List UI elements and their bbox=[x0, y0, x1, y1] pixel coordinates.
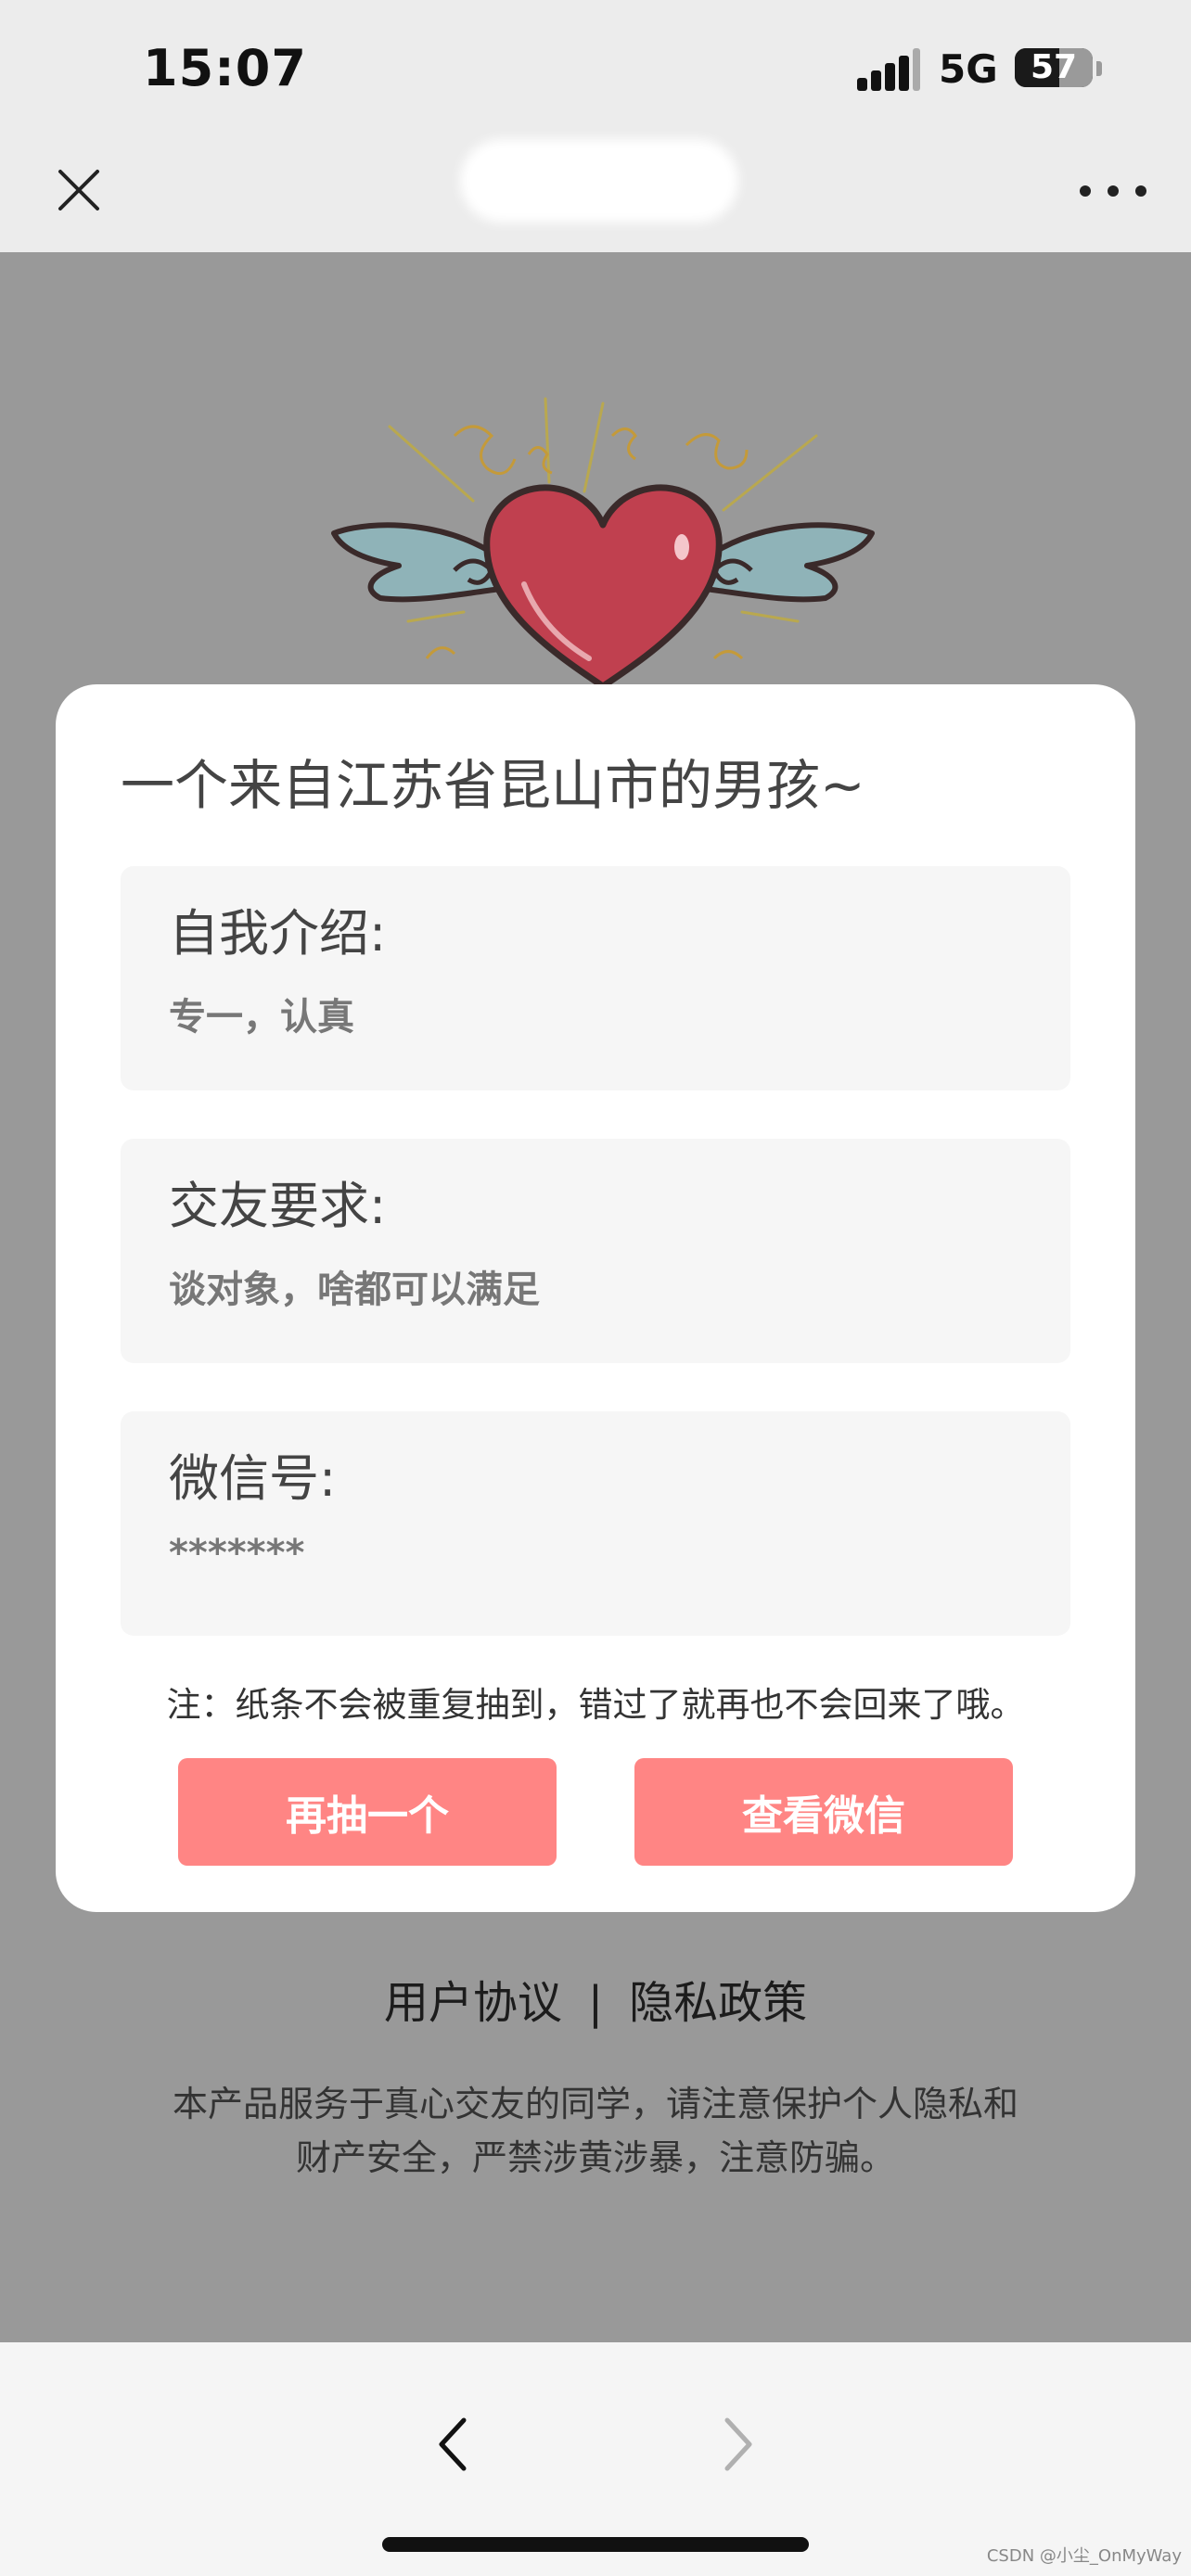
privacy-policy-link[interactable]: 隐私政策 bbox=[629, 1977, 807, 2029]
battery-percentage: 57 bbox=[1030, 48, 1078, 86]
note-text: 注：纸条不会被重复抽到，错过了就再也不会回来了哦。 bbox=[166, 1685, 1025, 1725]
winged-heart-image bbox=[331, 397, 875, 690]
close-icon bbox=[58, 170, 99, 210]
chevron-left-icon bbox=[439, 2417, 467, 2471]
more-dots-icon bbox=[1080, 185, 1091, 197]
redacted-page-title bbox=[460, 139, 738, 223]
user-agreement-link[interactable]: 用户协议 bbox=[384, 1977, 562, 2029]
friend-requirement-label: 交友要求: bbox=[169, 1177, 387, 1235]
card-title: 一个来自江苏省昆山市的男孩~ bbox=[121, 754, 865, 817]
forward-button[interactable] bbox=[699, 2407, 774, 2481]
self-intro-value: 专一，认真 bbox=[169, 996, 354, 1039]
heart bbox=[483, 484, 723, 690]
home-indicator[interactable] bbox=[382, 2537, 809, 2552]
chevron-right-icon bbox=[724, 2417, 752, 2471]
wechat-id-label: 微信号: bbox=[169, 1449, 337, 1508]
battery-icon: 57 bbox=[1015, 48, 1093, 87]
network-type: 5G bbox=[939, 46, 998, 92]
redraw-button[interactable]: 再抽一个 bbox=[178, 1758, 557, 1866]
wechat-id-value: ******* bbox=[169, 1532, 305, 1575]
status-time: 15:07 bbox=[143, 39, 307, 97]
back-button[interactable] bbox=[417, 2407, 492, 2481]
friend-requirement-value: 谈对象，啥都可以满足 bbox=[169, 1269, 540, 1311]
self-intro-label: 自我介绍: bbox=[169, 904, 387, 963]
more-options-button[interactable] bbox=[1080, 172, 1146, 210]
top-bar: 15:07 5G 57 bbox=[0, 0, 1191, 252]
battery-cap bbox=[1096, 61, 1102, 76]
self-intro-section: 自我介绍: 专一，认真 bbox=[121, 866, 1070, 1090]
close-button[interactable] bbox=[46, 158, 111, 223]
disclaimer-text: 本产品服务于真心交友的同学，请注意保护个人隐私和财产安全，严禁涉黄涉暴，注意防骗… bbox=[172, 2084, 1018, 2178]
cellular-signal-icon bbox=[857, 48, 920, 91]
watermark: CSDN @小尘_OnMyWay bbox=[986, 2546, 1182, 2566]
wechat-id-section: 微信号: ******* bbox=[121, 1411, 1070, 1636]
footer-links: 用户协议 | 隐私政策 bbox=[0, 1966, 1191, 2031]
footer-separator: | bbox=[587, 1977, 604, 2029]
view-wechat-button[interactable]: 查看微信 bbox=[634, 1758, 1013, 1866]
friend-requirement-section: 交友要求: 谈对象，啥都可以满足 bbox=[121, 1139, 1070, 1363]
profile-card: 一个来自江苏省昆山市的男孩~ 自我介绍: 专一，认真 交友要求: 谈对象，啥都可… bbox=[56, 684, 1135, 1912]
